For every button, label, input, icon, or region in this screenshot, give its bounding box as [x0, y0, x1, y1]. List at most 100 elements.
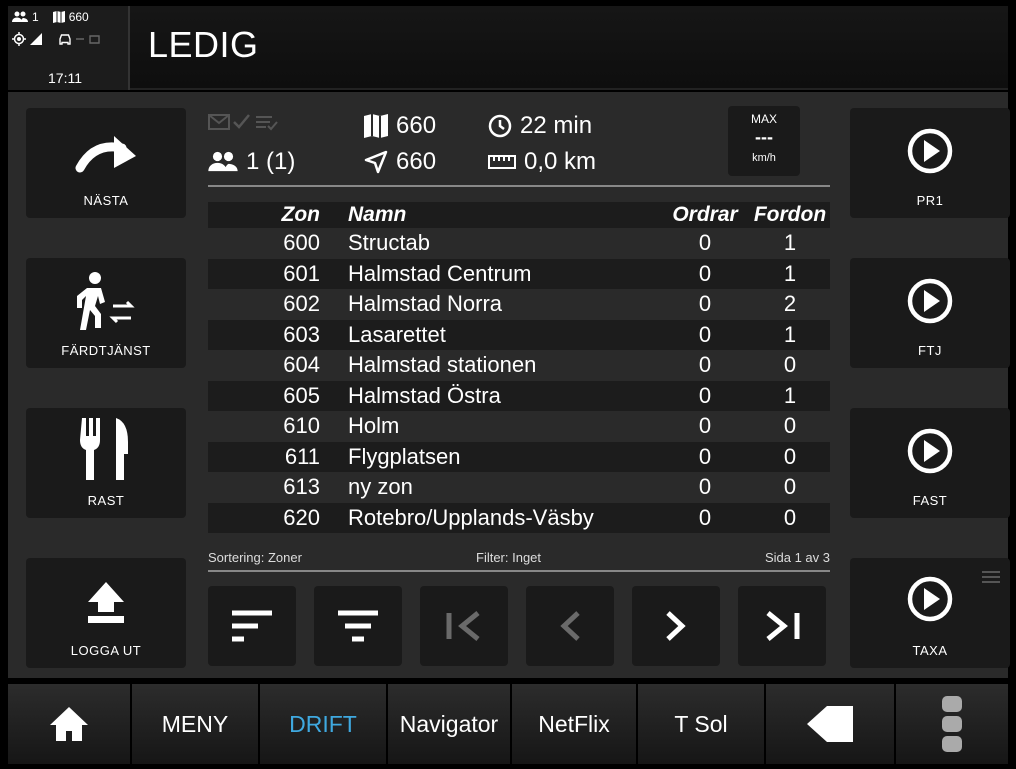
nasta-label: NÄSTA: [83, 193, 129, 208]
tab-navigator-label: Navigator: [399, 710, 499, 737]
table-row[interactable]: 600 Structab 0 1: [208, 228, 830, 259]
status-row-mid: [12, 32, 100, 46]
chevron-right-icon: [666, 611, 686, 641]
cell-namn: Halmstad Norra: [348, 291, 503, 317]
walking-person-icon: [77, 272, 135, 330]
ftj-button[interactable]: FTJ: [850, 258, 1010, 368]
clock-icon: [488, 114, 512, 138]
previous-page-button[interactable]: [526, 586, 614, 666]
cell-ordrar: 0: [698, 230, 712, 256]
cell-fordon: 0: [783, 443, 797, 469]
table-row[interactable]: 611 Flygplatsen 0 0: [208, 441, 830, 472]
upload-icon: [88, 582, 124, 623]
cell-zon: 601: [283, 260, 320, 286]
map-icon: [364, 114, 388, 138]
gps-icon: [12, 32, 26, 46]
col-fordon: Fordon: [753, 203, 827, 226]
queue-time-value: 22 min: [520, 112, 593, 139]
header-bar: 1 660 17:11 LEDIG: [8, 6, 1008, 90]
info-block: 1 (1) 660 660 22 min 0,0 km MAX --- km/h: [208, 102, 828, 192]
page-text: Sida 1 av 3: [764, 550, 830, 565]
taxa-button[interactable]: TAXA: [850, 558, 1010, 668]
back-button[interactable]: [766, 684, 896, 764]
list-lines-icon: [982, 571, 1000, 583]
last-page-button[interactable]: [738, 586, 826, 666]
tab-home[interactable]: [8, 684, 132, 764]
cell-zon: 602: [283, 291, 320, 317]
fardtjanst-label: FÄRDTJÄNST: [61, 343, 151, 358]
table-row[interactable]: 620 Rotebro/Upplands-Väsby 0 0: [208, 502, 830, 533]
tab-navigator[interactable]: Navigator: [388, 684, 512, 764]
next-page-button[interactable]: [632, 586, 720, 666]
cell-fordon: 1: [783, 382, 797, 408]
cell-namn: Structab: [348, 230, 430, 256]
rast-button[interactable]: RAST: [26, 408, 186, 518]
cell-zon: 604: [283, 352, 320, 378]
table-row[interactable]: 605 Halmstad Östra 0 1: [208, 380, 830, 411]
cell-zon: 611: [284, 443, 320, 469]
back-arrow-icon: [807, 706, 853, 742]
tab-drift[interactable]: DRIFT: [260, 684, 388, 764]
filter-icon: [338, 610, 378, 642]
table-row[interactable]: 610 Holm 0 0: [208, 411, 830, 442]
col-zon: Zon: [281, 203, 320, 226]
zone-table: Zon Namn Ordrar Fordon 600 Structab 0 1 …: [208, 202, 830, 533]
logga-ut-button[interactable]: LOGGA UT: [26, 558, 186, 668]
col-namn: Namn: [348, 203, 407, 226]
table-row[interactable]: 603 Lasarettet 0 1: [208, 319, 830, 350]
zone-info: 660: [364, 112, 436, 140]
tab-meny[interactable]: MENY: [132, 684, 260, 764]
rast-label: RAST: [87, 493, 125, 508]
table-row[interactable]: 613 ny zon 0 0: [208, 472, 830, 503]
signal-icon: [30, 33, 42, 45]
cell-ordrar: 0: [698, 260, 712, 286]
nasta-button[interactable]: NÄSTA: [26, 108, 186, 218]
people-icon: [12, 11, 28, 22]
cell-fordon: 1: [783, 260, 797, 286]
fast-button[interactable]: FAST: [850, 408, 1010, 518]
status-box: 1 660 17:11: [8, 6, 130, 90]
table-row[interactable]: 601 Halmstad Centrum 0 1: [208, 258, 830, 289]
cell-namn: Holm: [348, 413, 400, 439]
cell-zon: 600: [283, 230, 320, 256]
more-button[interactable]: [896, 684, 1008, 764]
tab-netflix[interactable]: NetFlix: [512, 684, 638, 764]
utensils-icon: [80, 418, 128, 480]
tab-t-sol-label: T Sol: [674, 710, 728, 737]
map-icon: [52, 11, 65, 23]
cell-ordrar: 0: [698, 291, 712, 317]
cell-namn: Lasarettet: [348, 321, 446, 347]
fast-label: FAST: [912, 493, 948, 508]
first-page-button[interactable]: [420, 586, 508, 666]
table-row[interactable]: 604 Halmstad stationen 0 0: [208, 350, 830, 381]
distance-info: 0,0 km: [488, 148, 596, 176]
ruler-icon: [488, 155, 516, 169]
cell-namn: ny zon: [348, 474, 413, 500]
tab-meny-label: MENY: [161, 710, 229, 737]
play-circle-icon: [907, 576, 953, 622]
filter-button[interactable]: [314, 586, 402, 666]
sort-button[interactable]: [208, 586, 296, 666]
max-speed-box: MAX --- km/h: [728, 106, 800, 176]
navigation-arrow-icon: [364, 150, 388, 174]
cell-namn: Halmstad Centrum: [348, 260, 532, 286]
page-title: LEDIG: [148, 24, 259, 65]
redo-arrow-icon: [75, 136, 136, 173]
pr1-button[interactable]: PR1: [850, 108, 1010, 218]
cell-ordrar: 0: [698, 474, 712, 500]
tab-t-sol[interactable]: T Sol: [638, 684, 766, 764]
nav-zone-value: 660: [396, 148, 437, 175]
cell-fordon: 1: [783, 230, 797, 256]
fardtjanst-button[interactable]: FÄRDTJÄNST: [26, 258, 186, 368]
connection-icon: [76, 35, 100, 44]
play-circle-icon: [907, 278, 953, 324]
max-unit: km/h: [752, 152, 776, 164]
cell-ordrar: 0: [698, 321, 712, 347]
status-zone: 660: [68, 10, 89, 24]
table-row[interactable]: 602 Halmstad Norra 0 2: [208, 289, 830, 320]
table-header: Zon Namn Ordrar Fordon: [208, 202, 830, 228]
top-divider: [208, 185, 830, 187]
cell-zon: 613: [283, 474, 320, 500]
sort-text: Sortering: Zoner: [208, 550, 302, 565]
cell-zon: 620: [283, 504, 320, 530]
